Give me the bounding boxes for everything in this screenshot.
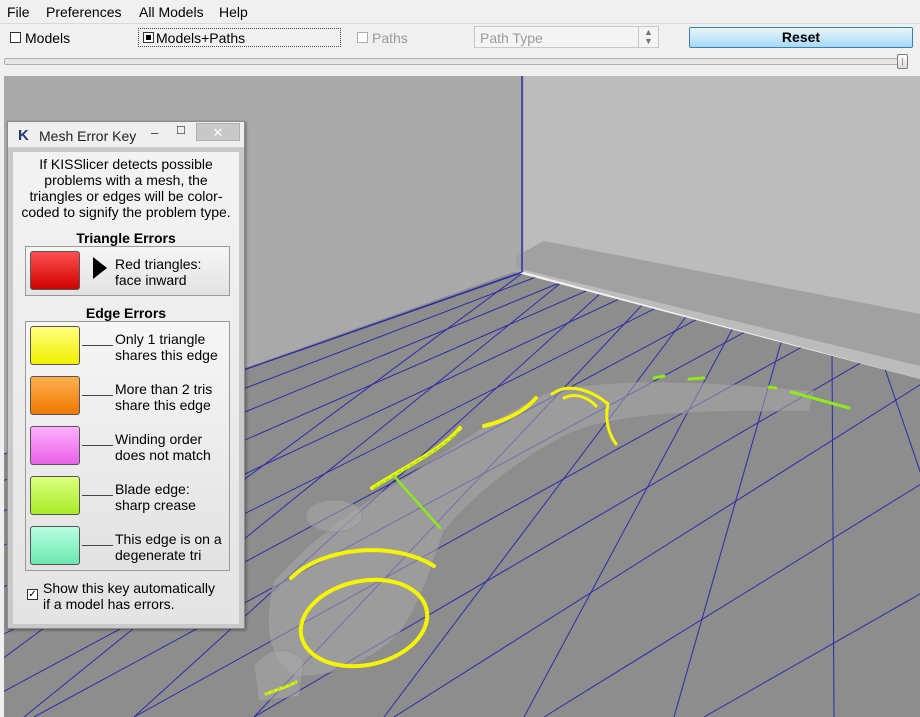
text-line: if a model has errors. — [43, 596, 175, 612]
dialog-title-bar[interactable]: K Mesh Error Key – ☐ ✕ — [8, 122, 244, 148]
magenta-swatch — [30, 426, 80, 465]
menu-bar: File Preferences All Models Help — [0, 0, 920, 24]
models-checkbox[interactable] — [10, 32, 21, 43]
orange-swatch — [30, 376, 80, 415]
yellow-swatch — [30, 326, 80, 365]
menu-help[interactable]: Help — [219, 4, 248, 20]
slider-thumb[interactable]: | — [897, 54, 908, 69]
red-triangles-text: Red triangles: face inward — [115, 256, 201, 288]
red-swatch — [30, 251, 80, 290]
models-label: Models — [25, 30, 71, 46]
spinner-arrows-icon: ▲ ▼ — [638, 27, 658, 47]
paths-label: Paths — [372, 30, 408, 46]
models-paths-radio-icon — [143, 32, 154, 43]
mesh-error-key-dialog: K Mesh Error Key – ☐ ✕ If KISSlicer dete… — [7, 121, 245, 629]
dialog-body: If KISSlicer detects possible problems w… — [13, 152, 239, 624]
edge-item-text: Only 1 triangle shares this edge — [115, 331, 218, 363]
text-line: share this edge — [115, 397, 211, 413]
leader-line — [82, 495, 113, 496]
models-paths-label: Models+Paths — [156, 30, 246, 46]
menu-preferences[interactable]: Preferences — [46, 4, 121, 20]
text-line: does not match — [115, 447, 211, 463]
text-line: This edge is on a — [115, 531, 222, 547]
triangle-errors-title: Triangle Errors — [76, 230, 176, 246]
lime-swatch — [30, 476, 80, 515]
text-line: face inward — [115, 272, 187, 288]
text-line: shares this edge — [115, 347, 218, 363]
text-line: Red triangles: — [115, 256, 202, 272]
edge-errors-title: Edge Errors — [85, 305, 167, 321]
intro-line: triangles or edges will be color- — [29, 188, 223, 204]
dialog-title: Mesh Error Key — [39, 128, 137, 144]
text-line: degenerate tri — [115, 547, 202, 563]
edge-item-text: More than 2 tris share this edge — [115, 381, 212, 413]
menu-file[interactable]: File — [7, 4, 30, 20]
intro-line: If KISSlicer detects possible — [39, 156, 213, 172]
slider-track[interactable] — [4, 58, 904, 65]
menu-all-models[interactable]: All Models — [139, 4, 204, 20]
edge-item-text: Winding order does not match — [115, 431, 211, 463]
leader-line — [82, 445, 113, 446]
reset-button[interactable]: Reset — [689, 27, 913, 48]
leader-line — [82, 395, 113, 396]
models-paths-option[interactable]: Models+Paths — [138, 28, 341, 47]
leader-line — [82, 345, 113, 346]
show-key-checkbox[interactable]: ✓ — [27, 589, 38, 600]
intro-line: coded to signify the problem type. — [21, 204, 231, 220]
paths-checkbox[interactable] — [357, 32, 368, 43]
triangle-arrow-icon — [93, 257, 107, 279]
text-line: Blade edge: — [115, 481, 190, 497]
maximize-icon[interactable]: ☐ — [176, 124, 186, 137]
minimize-icon[interactable]: – — [151, 125, 158, 140]
intro-text: If KISSlicer detects possible problems w… — [13, 156, 239, 220]
text-line: Only 1 triangle — [115, 331, 206, 347]
intro-line: problems with a mesh, the — [44, 172, 208, 188]
close-icon[interactable]: ✕ — [196, 123, 240, 141]
toolbar: Models Models+Paths Paths Path Type ▲ ▼ R… — [0, 24, 920, 51]
text-line: Winding order — [115, 431, 203, 447]
layer-slider[interactable]: | — [4, 54, 912, 70]
text-line: More than 2 tris — [115, 381, 213, 397]
triangle-errors-box: Red triangles: face inward — [25, 246, 230, 296]
show-key-label: Show this key automatically if a model h… — [43, 580, 215, 612]
text-line: Show this key automatically — [43, 580, 215, 596]
leader-line — [82, 545, 113, 546]
path-type-value: Path Type — [480, 30, 543, 46]
mint-swatch — [30, 526, 80, 565]
edge-item-text: Blade edge: sharp crease — [115, 481, 196, 513]
text-line: sharp crease — [115, 497, 196, 513]
path-type-select[interactable]: Path Type ▲ ▼ — [474, 26, 659, 48]
edge-errors-box: Only 1 triangle shares this edge More th… — [25, 321, 230, 571]
edge-item-text: This edge is on a degenerate tri — [115, 531, 222, 563]
kisslicer-logo-icon: K — [18, 127, 29, 144]
